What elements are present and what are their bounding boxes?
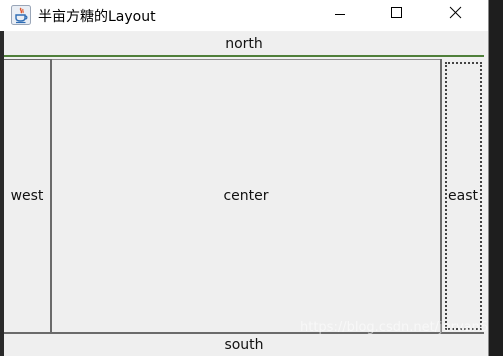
south-button[interactable]: south <box>4 332 484 356</box>
close-button[interactable] <box>432 0 478 31</box>
java-app-icon[interactable] <box>11 5 31 25</box>
west-button[interactable]: west <box>4 59 52 332</box>
east-label: east <box>448 187 478 204</box>
close-icon <box>449 6 462 19</box>
window-title: 半亩方糖的Layout <box>38 9 156 25</box>
maximize-icon <box>391 7 402 18</box>
center-button[interactable]: center <box>52 59 440 332</box>
west-label: west <box>10 188 44 204</box>
north-button[interactable]: north <box>4 32 484 57</box>
title-bar[interactable]: 半亩方糖的Layout <box>0 0 488 31</box>
minimize-icon <box>335 14 345 15</box>
east-button[interactable]: east <box>440 59 484 332</box>
center-label: center <box>223 188 269 204</box>
app-window: 半亩方糖的Layout north west center east south <box>0 0 489 356</box>
north-label: north <box>225 35 263 52</box>
maximize-button[interactable] <box>373 0 419 31</box>
south-label: south <box>224 337 264 353</box>
minimize-button[interactable] <box>317 0 363 31</box>
